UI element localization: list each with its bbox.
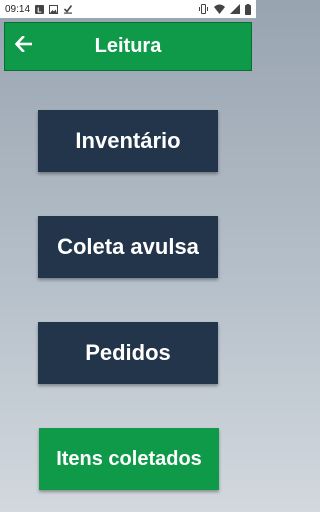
coleta-avulsa-button[interactable]: Coleta avulsa bbox=[38, 216, 218, 278]
pedidos-button-label: Pedidos bbox=[85, 340, 171, 365]
status-clock: 09:14 bbox=[5, 3, 31, 15]
image-icon bbox=[49, 4, 59, 14]
vibrate-icon bbox=[198, 4, 209, 14]
battery-icon bbox=[245, 3, 251, 15]
app-bar: Leitura bbox=[4, 22, 252, 71]
arrow-back-icon bbox=[14, 35, 33, 56]
wifi-icon bbox=[214, 4, 225, 14]
itens-coletados-button[interactable]: Itens coletados bbox=[39, 428, 219, 490]
itens-coletados-button-label: Itens coletados bbox=[56, 447, 202, 470]
coleta-avulsa-button-label: Coleta avulsa bbox=[57, 234, 199, 259]
notification-l-icon: L bbox=[35, 4, 45, 14]
inventario-button[interactable]: Inventário bbox=[38, 110, 218, 172]
svg-text:L: L bbox=[37, 7, 42, 14]
inventario-button-label: Inventário bbox=[75, 128, 181, 153]
status-bar: 09:14 L bbox=[0, 0, 256, 18]
pedidos-button[interactable]: Pedidos bbox=[38, 322, 218, 384]
page-title: Leitura bbox=[94, 35, 162, 57]
status-bar-right bbox=[198, 3, 251, 15]
back-button[interactable] bbox=[11, 33, 37, 59]
download-done-icon bbox=[63, 4, 73, 14]
signal-icon bbox=[230, 4, 240, 14]
status-bar-left: 09:14 L bbox=[5, 4, 73, 15]
